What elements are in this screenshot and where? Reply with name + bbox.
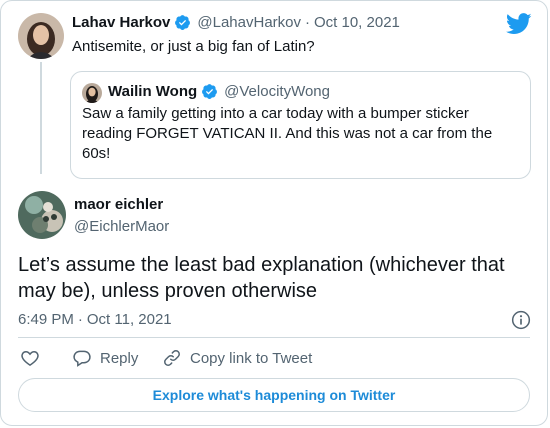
verified-badge-icon <box>202 84 218 99</box>
reply-button[interactable]: Reply <box>72 348 138 368</box>
link-icon <box>164 350 180 366</box>
author-handle[interactable]: @LahavHarkov <box>197 14 301 31</box>
main-author-handle[interactable]: @EichlerMaor <box>74 218 169 235</box>
tweet-time: 6:49 PM <box>18 311 74 328</box>
quoted-tweet-card[interactable]: Wailin Wong @VelocityWong Saw a family g… <box>70 71 531 179</box>
quoted-author-handle: @VelocityWong <box>224 83 330 100</box>
parent-tweet-header: Lahav Harkov @LahavHarkov · Oct 10, 2021 <box>72 14 400 31</box>
dot-separator: · <box>305 14 310 31</box>
thread-connector <box>40 62 42 174</box>
quoted-tweet-header: Wailin Wong @VelocityWong <box>108 83 330 100</box>
copy-link-button[interactable]: Copy link to Tweet <box>162 348 312 368</box>
explore-twitter-button[interactable]: Explore what's happening on Twitter <box>18 378 530 412</box>
copy-link-label: Copy link to Tweet <box>190 349 313 367</box>
heart-icon <box>21 350 39 366</box>
maor-avatar[interactable] <box>18 191 66 239</box>
info-icon[interactable] <box>511 310 531 330</box>
like-button[interactable] <box>20 348 48 368</box>
author-name[interactable]: Lahav Harkov <box>72 14 170 31</box>
quoted-tweet-text: Saw a family getting into a car today wi… <box>82 105 493 162</box>
tweet-date[interactable]: Oct 10, 2021 <box>314 14 400 31</box>
wailin-avatar <box>82 83 102 103</box>
lahav-avatar[interactable] <box>18 13 64 59</box>
reply-label: Reply <box>100 349 139 367</box>
reply-icon <box>73 350 91 367</box>
divider <box>18 337 530 338</box>
verified-badge-icon <box>175 15 191 30</box>
main-author-name[interactable]: maor eichler <box>74 196 163 213</box>
main-tweet-text: Let’s assume the least bad explanation (… <box>18 254 505 302</box>
tweet-date: Oct 11, 2021 <box>86 311 172 328</box>
main-tweet-timestamp[interactable]: 6:49 PM · Oct 11, 2021 <box>18 311 172 328</box>
twitter-bird-icon[interactable] <box>505 13 532 35</box>
parent-tweet-text: Antisemite, or just a big fan of Latin? <box>72 38 315 55</box>
dot-separator: · <box>77 311 83 328</box>
quoted-author-name: Wailin Wong <box>108 83 198 100</box>
